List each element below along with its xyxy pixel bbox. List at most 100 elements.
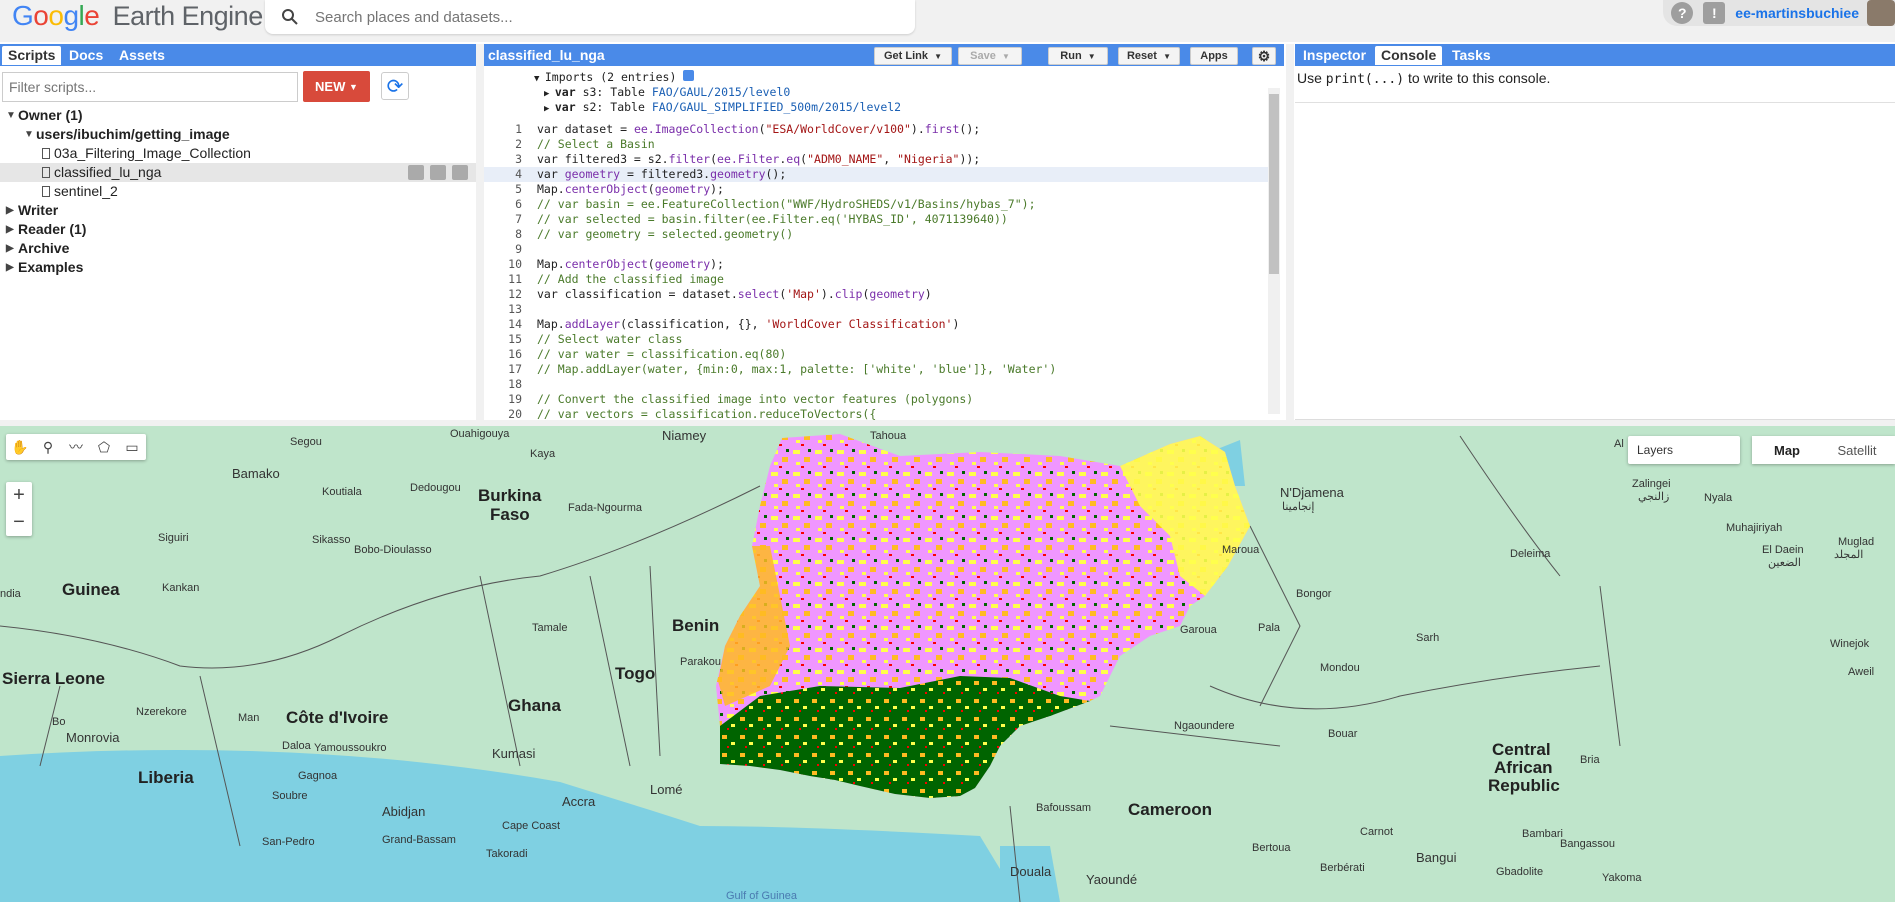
code-text[interactable]: var filtered3 = s2.filter(ee.Filter.eq("… (537, 152, 980, 167)
scrollbar-thumb[interactable] (1269, 94, 1279, 274)
delete-icon[interactable] (452, 165, 468, 180)
tab-console[interactable]: Console (1375, 46, 1443, 65)
code-editor[interactable]: ▼ Imports (2 entries) ▶ var s3: Table FA… (484, 66, 1284, 420)
line-number: 12 (508, 287, 522, 301)
tree-item-script[interactable]: sentinel_2 (0, 182, 476, 201)
code-line[interactable]: 9 (484, 242, 1269, 257)
code-text[interactable]: var geometry = filtered3.geometry(); (537, 167, 786, 182)
code-line[interactable]: 11 // Add the classified image (484, 272, 1269, 287)
map-label-sea: Gulf of Guinea (726, 890, 797, 902)
user-name[interactable]: ee-martinsbuchiee (1735, 5, 1859, 21)
map-view[interactable]: ✋ ⚲ 〰 ⬠ ▭ + − Layers Map Satellit Burkin… (0, 426, 1895, 902)
code-line[interactable]: 17 // Map.addLayer(water, {min:0, max:1, … (484, 362, 1269, 377)
map-label-city: Bambari (1522, 828, 1563, 840)
tree-item-reader[interactable]: ▶ Reader (1) (0, 220, 476, 239)
refresh-icon[interactable]: ⟳ (381, 72, 409, 100)
code-line[interactable]: 3 var filtered3 = s2.filter(ee.Filter.eq(… (484, 152, 1269, 167)
code-text[interactable]: Map.addLayer(classification, {}, 'WorldC… (537, 317, 959, 332)
code-line[interactable]: 2 // Select a Basin (484, 137, 1269, 152)
code-line[interactable]: 6 // var basin = ee.FeatureCollection("WW… (484, 197, 1269, 212)
code-text[interactable]: // Select water class (537, 332, 682, 347)
code-line[interactable]: 20 // var vectors = classification.reduce… (484, 407, 1269, 420)
code-text[interactable]: // var vectors = classification.reduceTo… (537, 407, 876, 420)
code-line[interactable]: 1 var dataset = ee.ImageCollection("ESA/W… (484, 122, 1269, 137)
tree-item-owner[interactable]: ▼ Owner (1) (0, 106, 476, 125)
code-line[interactable]: 8 // var geometry = selected.geometry() (484, 227, 1269, 242)
code-line[interactable]: 13 (484, 302, 1269, 317)
tree-item-script-selected[interactable]: classified_lu_nga (0, 163, 476, 182)
reset-button[interactable]: Reset ▼ (1118, 47, 1180, 65)
layers-button[interactable]: Layers (1628, 436, 1740, 464)
apps-button[interactable]: Apps (1190, 47, 1238, 65)
code-line[interactable]: 5 Map.centerObject(geometry); (484, 182, 1269, 197)
filter-scripts-input[interactable] (2, 72, 298, 102)
code-text[interactable]: // var water = classification.eq(80) (537, 347, 786, 362)
zoom-in-button[interactable]: + (6, 482, 32, 509)
editor-scrollbar[interactable] (1268, 88, 1280, 414)
code-line[interactable]: 19 // Convert the classified image into v… (484, 392, 1269, 407)
pan-hand-icon[interactable]: ✋ (6, 434, 34, 460)
copy-imports-icon[interactable] (683, 70, 695, 81)
new-button[interactable]: NEW ▼ (303, 71, 370, 102)
settings-gear-icon[interactable]: ⚙ (1252, 47, 1276, 65)
rename-icon[interactable] (430, 165, 446, 180)
run-button[interactable]: Run ▼ (1048, 47, 1108, 65)
tab-tasks[interactable]: Tasks (1446, 46, 1497, 65)
tree-item-examples[interactable]: ▶ Examples (0, 258, 476, 277)
get-link-button[interactable]: Get Link ▼ (874, 47, 952, 65)
code-line[interactable]: 14 Map.addLayer(classification, {}, 'Worl… (484, 317, 1269, 332)
code-text[interactable]: // Add the classified image (537, 272, 724, 287)
code-text[interactable]: // Map.addLayer(water, {min:0, max:1, pa… (537, 362, 1056, 377)
code-text[interactable]: // var selected = basin.filter(ee.Filter… (537, 212, 1008, 227)
code-line[interactable]: 16 // var water = classification.eq(80) (484, 347, 1269, 362)
line-number: 4 (515, 167, 522, 181)
panel-splitter-right[interactable] (1286, 44, 1294, 420)
tree-item-archive[interactable]: ▶ Archive (0, 239, 476, 258)
map-type-satellite[interactable]: Satellit (1822, 436, 1892, 464)
code-text[interactable]: // Convert the classified image into vec… (537, 392, 973, 407)
tab-scripts[interactable]: Scripts (2, 46, 62, 65)
map-label-city: Tamale (532, 622, 568, 634)
tree-item-repo[interactable]: ▼ users/ibuchim/getting_image (0, 125, 476, 144)
code-line[interactable]: 18 (484, 377, 1269, 392)
map-label-city: المجلد (1834, 549, 1864, 561)
tree-item-script[interactable]: 03a_Filtering_Image_Collection (0, 144, 476, 163)
code-text[interactable]: Map.centerObject(geometry); (537, 257, 724, 272)
code-text[interactable]: var classification = dataset.select('Map… (537, 287, 932, 302)
draw-rectangle-icon[interactable]: ▭ (118, 434, 146, 460)
tab-inspector[interactable]: Inspector (1297, 46, 1372, 65)
tree-item-writer[interactable]: ▶ Writer (0, 201, 476, 220)
avatar[interactable] (1867, 0, 1895, 26)
add-marker-icon[interactable]: ⚲ (34, 434, 62, 460)
draw-polygon-icon[interactable]: ⬠ (90, 434, 118, 460)
code-text[interactable]: // var basin = ee.FeatureCollection("WWF… (537, 197, 1036, 212)
save-button[interactable]: Save ▼ (958, 47, 1022, 65)
code-line[interactable]: 7 // var selected = basin.filter(ee.Filte… (484, 212, 1269, 227)
app-logo[interactable]: Google Earth Engine (12, 0, 263, 31)
map-label-city: Yaoundé (1086, 872, 1138, 887)
draw-line-icon[interactable]: 〰 (62, 434, 90, 460)
search-input[interactable] (315, 6, 895, 28)
map-label-city: Mondou (1320, 662, 1360, 674)
tab-assets[interactable]: Assets (113, 46, 171, 65)
map-label-city: Niamey (662, 428, 707, 443)
map-type-map[interactable]: Map (1752, 436, 1822, 464)
help-icon[interactable]: ? (1671, 2, 1694, 24)
map-label-country: Côte d'Ivoire (286, 708, 389, 727)
feedback-icon[interactable]: ! (1703, 2, 1726, 24)
code-text[interactable]: Map.centerObject(geometry); (537, 182, 724, 197)
panel-splitter-left[interactable] (476, 44, 484, 420)
code-text[interactable]: // var geometry = selected.geometry() (537, 227, 793, 242)
search-box[interactable] (265, 0, 915, 34)
zoom-out-button[interactable]: − (6, 509, 32, 536)
code-lines[interactable]: 1 var dataset = ee.ImageCollection("ESA/W… (484, 122, 1269, 420)
code-text[interactable]: // Select a Basin (537, 137, 655, 152)
code-line[interactable]: 10 Map.centerObject(geometry); (484, 257, 1269, 272)
code-line[interactable]: 15 // Select water class (484, 332, 1269, 347)
code-text[interactable]: var dataset = ee.ImageCollection("ESA/Wo… (537, 122, 980, 137)
tab-docs[interactable]: Docs (63, 46, 109, 65)
history-icon[interactable] (408, 165, 424, 180)
map-canvas[interactable] (0, 426, 1895, 902)
code-line[interactable]: 12 var classification = dataset.select('M… (484, 287, 1269, 302)
code-line[interactable]: 4 var geometry = filtered3.geometry(); (484, 167, 1269, 182)
